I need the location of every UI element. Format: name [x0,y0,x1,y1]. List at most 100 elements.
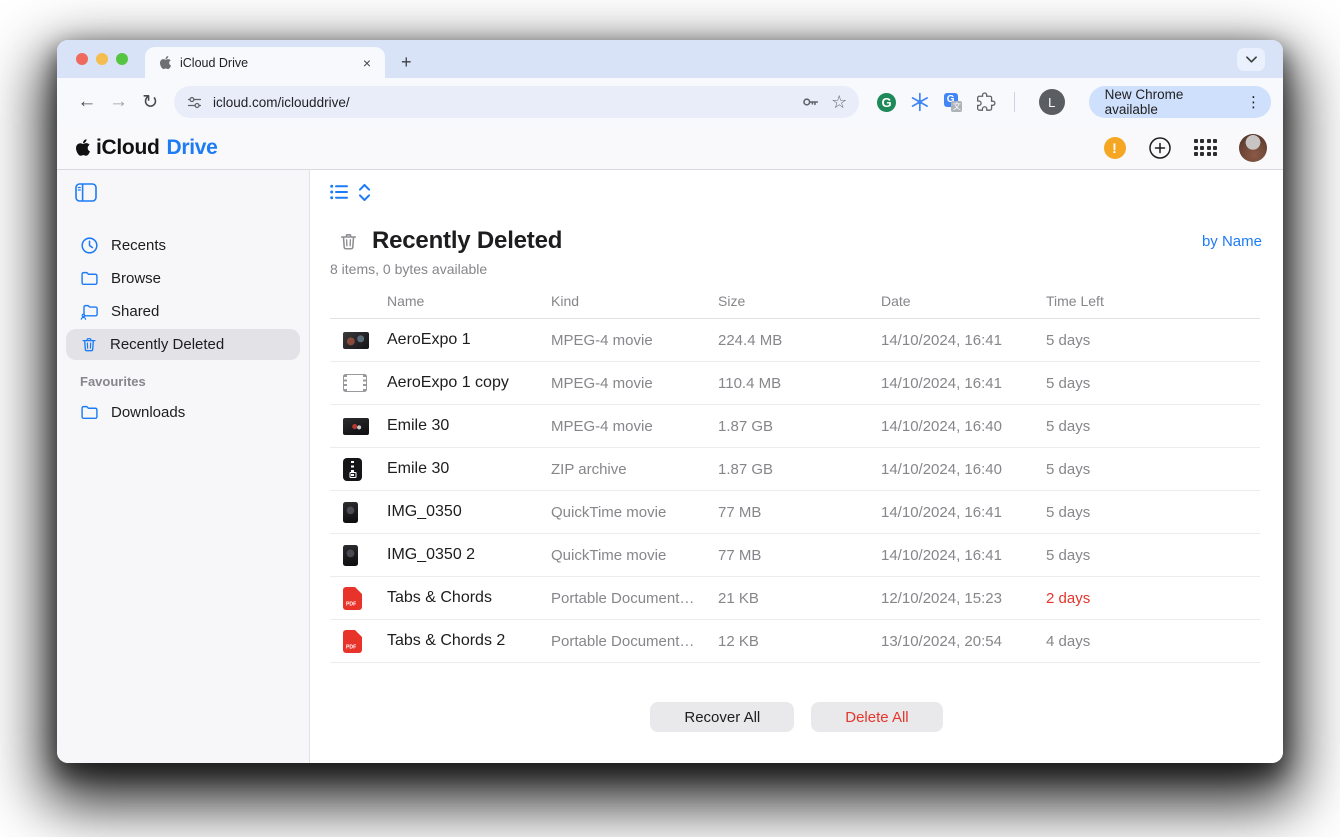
url-text[interactable]: icloud.com/iclouddrive/ [213,95,789,110]
file-time-left: 5 days [1046,547,1260,564]
file-type-icon [343,418,369,435]
table-row[interactable]: IMG_0350 2 QuickTime movie 77 MB 14/10/2… [330,534,1260,577]
alert-badge[interactable]: ! [1104,137,1126,159]
traffic-lights [76,53,128,65]
forward-button[interactable]: → [103,91,135,113]
apple-logo-icon [75,138,91,157]
trash-icon [80,335,98,354]
folder-icon [80,403,99,422]
sidebar: Recents Browse Shared Recently Deleted F… [57,170,310,763]
recover-all-button[interactable]: Recover All [650,702,794,732]
file-time-left: 5 days [1046,375,1260,392]
create-new-icon[interactable] [1148,136,1172,160]
chevron-down-icon [1246,56,1257,63]
table-row[interactable]: Tabs & Chords 2 Portable Document… 12 KB… [330,620,1260,663]
file-size: 1.87 GB [718,418,881,435]
back-button[interactable]: ← [71,91,103,113]
update-chrome-button[interactable]: New Chrome available ⋮ [1089,86,1271,118]
list-view-icon[interactable] [330,184,349,200]
delete-all-button[interactable]: Delete All [811,702,942,732]
file-kind: Portable Document… [551,590,718,607]
column-header-kind[interactable]: Kind [551,293,718,309]
table-row[interactable]: Tabs & Chords Portable Document… 21 KB 1… [330,577,1260,620]
file-name[interactable]: Tabs & Chords [387,589,551,607]
translate-back: 文 [951,101,962,112]
bookmark-star-icon[interactable]: ☆ [831,93,847,111]
close-window-button[interactable] [76,53,88,65]
translate-extension-icon[interactable]: G 文 [944,93,963,112]
file-name[interactable]: AeroExpo 1 copy [387,374,551,392]
table-row[interactable]: IMG_0350 QuickTime movie 77 MB 14/10/202… [330,491,1260,534]
browser-tab[interactable]: iCloud Drive × [145,47,385,78]
table-row[interactable]: Emile 30 MPEG-4 movie 1.87 GB 14/10/2024… [330,405,1260,448]
column-header-size[interactable]: Size [718,293,881,309]
file-kind: ZIP archive [551,461,718,478]
sort-order-icon[interactable] [358,184,371,201]
file-kind: MPEG-4 movie [551,418,718,435]
file-name[interactable]: AeroExpo 1 [387,331,551,349]
table-row[interactable]: AeroExpo 1 MPEG-4 movie 224.4 MB 14/10/2… [330,319,1260,362]
file-name[interactable]: Tabs & Chords 2 [387,632,551,650]
file-kind: MPEG-4 movie [551,375,718,392]
zoom-window-button[interactable] [116,53,128,65]
file-name[interactable]: Emile 30 [387,460,551,478]
sidebar-toggle-button[interactable] [75,183,97,202]
address-bar[interactable]: icloud.com/iclouddrive/ ☆ [174,86,859,118]
sidebar-item-shared[interactable]: Shared [66,296,300,327]
table-header: Name Kind Size Date Time Left [330,293,1260,319]
file-time-left: 5 days [1046,461,1260,478]
minimize-window-button[interactable] [96,53,108,65]
column-header-date[interactable]: Date [881,293,1046,309]
file-type-icon [343,502,358,523]
sidebar-item-recents[interactable]: Recents [66,230,300,261]
file-type-icon [343,587,362,610]
sidebar-item-downloads[interactable]: Downloads [66,397,300,428]
file-name[interactable]: IMG_0350 2 [387,546,551,564]
column-header-name[interactable]: Name [387,293,551,309]
bulk-actions: Recover All Delete All [310,702,1283,732]
snowflake-extension-icon[interactable] [910,92,930,112]
file-time-left: 2 days [1046,590,1260,607]
apple-favicon-icon [159,55,172,70]
table-row[interactable]: Emile 30 ZIP archive 1.87 GB 14/10/2024,… [330,448,1260,491]
app-launcher-icon[interactable] [1194,139,1218,156]
update-chrome-label: New Chrome available [1105,87,1238,117]
sort-by-name-link[interactable]: by Name [1202,233,1262,250]
trash-title-icon [338,230,359,253]
tab-search-button[interactable] [1237,48,1265,71]
grammarly-extension-icon[interactable]: G [877,93,896,112]
file-size: 21 KB [718,590,881,607]
icloud-drive-logo[interactable]: iCloud Drive [75,136,218,160]
page-title: Recently Deleted [372,227,562,255]
reload-button[interactable]: ↻ [134,91,166,114]
site-settings-icon[interactable] [186,94,203,111]
sidebar-item-browse[interactable]: Browse [66,263,300,294]
file-date: 14/10/2024, 16:41 [881,504,1046,521]
file-time-left: 5 days [1046,332,1260,349]
icloud-header-actions: ! [1104,134,1268,162]
chrome-profile-avatar[interactable]: L [1039,89,1065,115]
file-size: 110.4 MB [718,375,881,392]
panel-left-icon [75,183,97,202]
file-table-body: AeroExpo 1 MPEG-4 movie 224.4 MB 14/10/2… [330,319,1260,663]
password-key-icon[interactable] [799,91,821,113]
chrome-menu-icon[interactable]: ⋮ [1246,93,1261,111]
file-size: 77 MB [718,504,881,521]
new-tab-button[interactable]: + [395,52,418,73]
favourites-section-header: Favourites [80,374,300,389]
file-name[interactable]: IMG_0350 [387,503,551,521]
extensions-puzzle-icon[interactable] [976,92,996,112]
sidebar-item-label: Recents [111,237,166,254]
sidebar-item-recently-deleted[interactable]: Recently Deleted [66,329,300,360]
tab-close-icon[interactable]: × [359,55,375,71]
file-time-left: 4 days [1046,633,1260,650]
file-name[interactable]: Emile 30 [387,417,551,435]
sidebar-item-label: Shared [111,303,159,320]
column-header-time-left[interactable]: Time Left [1046,293,1260,309]
file-type-icon [343,545,358,566]
folder-icon [80,269,99,288]
tab-title: iCloud Drive [180,56,351,70]
table-row[interactable]: AeroExpo 1 copy MPEG-4 movie 110.4 MB 14… [330,362,1260,405]
file-time-left: 5 days [1046,418,1260,435]
account-avatar[interactable] [1239,134,1267,162]
